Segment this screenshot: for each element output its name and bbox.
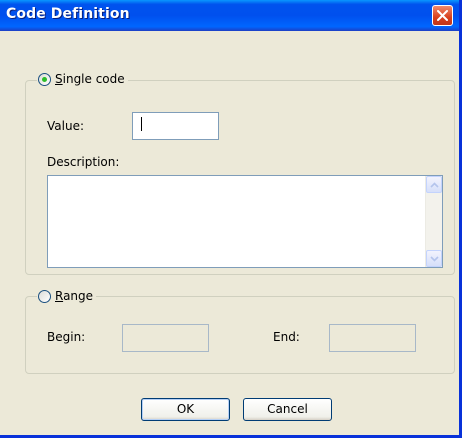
range-radio-button[interactable] [38,289,51,303]
range-label: Range [55,289,94,303]
scroll-down-button[interactable] [426,250,442,267]
code-definition-dialog: Code Definition Single code Value: Descr… [0,0,462,438]
single-code-label: Single code [55,72,125,86]
description-textarea[interactable] [47,175,443,268]
window-title: Code Definition [6,6,130,22]
scroll-up-arrow-icon [430,182,439,188]
begin-label: Begin: [47,330,86,344]
scroll-down-arrow-icon [430,256,439,262]
ok-button[interactable]: OK [141,398,230,421]
title-bar[interactable]: Code Definition [0,0,459,31]
description-label: Description: [47,155,120,169]
value-label: Value: [47,119,84,133]
text-caret [141,117,142,131]
single-code-radio[interactable]: Single code [37,72,128,86]
cancel-button[interactable]: Cancel [243,398,332,421]
single-code-radio-button[interactable] [38,72,51,86]
begin-input[interactable] [122,324,209,352]
scroll-up-button[interactable] [426,176,442,193]
close-icon [437,10,448,21]
end-label: End: [273,330,300,344]
range-radio[interactable]: Range [37,289,97,303]
end-input[interactable] [329,324,416,352]
description-scrollbar[interactable] [425,176,442,267]
value-input[interactable] [132,112,219,140]
close-button[interactable] [432,5,453,26]
